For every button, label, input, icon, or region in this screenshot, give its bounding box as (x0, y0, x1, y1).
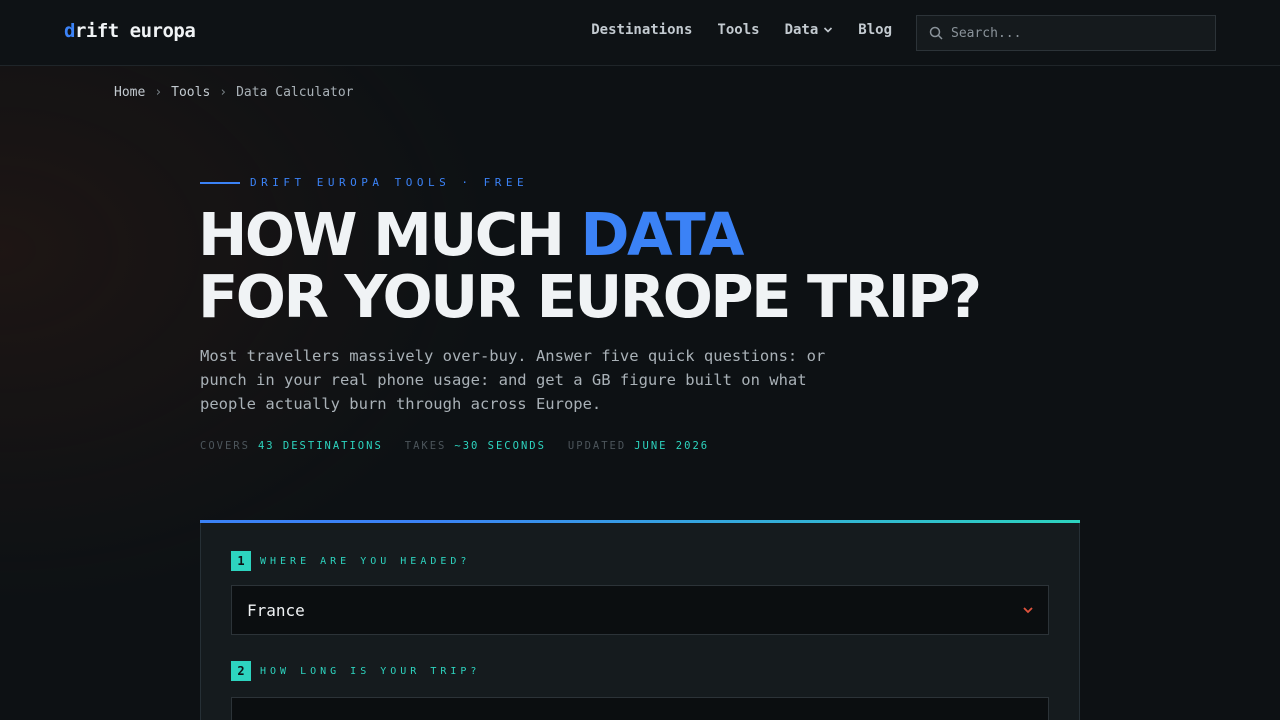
site-logo[interactable]: drift europa (64, 20, 196, 42)
search-icon (929, 26, 943, 40)
title-line2: FOR YOUR EUROPE TRIP? (198, 262, 982, 331)
meta-key: TAKES (404, 440, 447, 452)
breadcrumb: Home › Tools › Data Calculator (114, 85, 354, 100)
meta-key: COVERS (200, 440, 250, 452)
nav-tools-label: Tools (717, 22, 760, 38)
eyebrow-text: DRIFT EUROPA TOOLS · FREE (250, 176, 529, 189)
breadcrumb-separator: › (219, 85, 228, 100)
question-number-badge: 2 (231, 661, 251, 681)
destination-select[interactable]: France (231, 585, 1049, 635)
meta-value: 43 DESTINATIONS (257, 440, 383, 452)
meta-value: JUNE 2026 (634, 440, 710, 452)
trip-length-value: 14 (247, 700, 266, 720)
chevron-down-icon (824, 27, 833, 33)
search-input[interactable] (951, 25, 1201, 41)
nav-blog[interactable]: Blog (858, 22, 892, 38)
hero-meta: COVERS 43 DESTINATIONS TAKES ~30 SECONDS U… (200, 440, 709, 452)
search-box (916, 15, 1216, 51)
meta-value: ~30 SECONDS (454, 440, 546, 452)
chevron-down-icon (1023, 607, 1033, 614)
card-gradient-bar (200, 520, 1080, 523)
meta-takes: TAKES ~30 SECONDS (405, 440, 546, 452)
meta-key: UPDATED (567, 440, 627, 452)
question-2-header: 2 HOW LONG IS YOUR TRIP? (231, 661, 480, 681)
main-nav: Destinations Tools Data Blog (591, 22, 892, 38)
nav-tools[interactable]: Tools (717, 22, 759, 38)
nav-destinations[interactable]: Destinations (591, 22, 692, 38)
page-title: HOW MUCH DATA FOR YOUR EUROPE TRIP? (198, 204, 982, 331)
nav-data-label: Data (784, 22, 819, 38)
hero-eyebrow: DRIFT EUROPA TOOLS · FREE (200, 176, 528, 189)
question-label: HOW LONG IS YOUR TRIP? (260, 665, 481, 677)
logo-text: rift europa (74, 20, 196, 42)
logo-accent-letter: d (64, 20, 75, 42)
title-accent: DATA (580, 200, 745, 269)
meta-covers: COVERS 43 DESTINATIONS (200, 440, 383, 452)
question-1-header: 1 WHERE ARE YOU HEADED? (231, 551, 470, 571)
top-navigation-bar: drift europa Destinations Tools Data Blo… (0, 0, 1280, 66)
breadcrumb-current: Data Calculator (236, 85, 354, 100)
calculator-card: 1 WHERE ARE YOU HEADED? France 2 HOW LON… (200, 520, 1080, 720)
question-label: WHERE ARE YOU HEADED? (260, 555, 471, 567)
nav-destinations-label: Destinations (591, 22, 693, 38)
nav-data-dropdown[interactable]: Data (785, 22, 834, 38)
nav-blog-label: Blog (858, 22, 892, 38)
eyebrow-line (200, 181, 240, 184)
breadcrumb-separator: › (154, 85, 163, 100)
title-part1: HOW MUCH (198, 200, 581, 269)
meta-updated: UPDATED JUNE 2026 (568, 440, 709, 452)
trip-length-input[interactable]: 14 (231, 697, 1049, 720)
hero-intro: Most travellers massively over-buy. Answ… (200, 347, 826, 413)
breadcrumb-home[interactable]: Home (114, 85, 145, 100)
destination-selected-value: France (247, 600, 305, 620)
breadcrumb-tools[interactable]: Tools (171, 85, 210, 100)
question-number-badge: 1 (231, 551, 251, 571)
